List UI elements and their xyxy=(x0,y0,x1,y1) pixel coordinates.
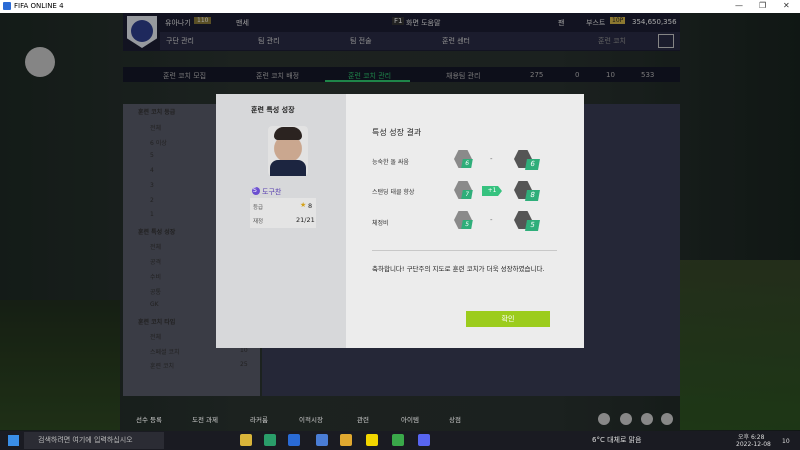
windows-start-icon[interactable] xyxy=(8,435,19,446)
maximize-button[interactable]: ❐ xyxy=(759,1,766,10)
explorer-icon[interactable] xyxy=(240,434,252,446)
profile-icon[interactable] xyxy=(641,413,653,425)
gear-icon[interactable] xyxy=(661,413,673,425)
fifa-icon[interactable] xyxy=(392,434,404,446)
grade-label: 등급 xyxy=(253,205,264,211)
folder-icon[interactable] xyxy=(340,434,352,446)
trait-dash-3: - xyxy=(490,216,493,224)
grade-value: 8 xyxy=(308,202,313,210)
notification-count[interactable]: 10 xyxy=(782,438,790,445)
result-title: 특성 성장 결과 xyxy=(372,128,422,137)
weather-text: 6°C 대체로 맑음 xyxy=(592,436,642,444)
role-value: 21/21 xyxy=(296,216,315,224)
discord-icon[interactable] xyxy=(418,434,430,446)
edge-icon[interactable] xyxy=(264,434,276,446)
modal-divider xyxy=(372,250,557,251)
close-button[interactable]: ✕ xyxy=(783,1,790,10)
app-icon xyxy=(3,2,11,10)
menu-challenge[interactable]: 도전 과제 xyxy=(192,414,218,424)
menu-locker[interactable]: 라커룸 xyxy=(250,414,268,424)
trait-label-3: 체정비 xyxy=(372,220,389,227)
ie-icon[interactable] xyxy=(288,434,300,446)
trait-before-level-1: 6 xyxy=(461,159,473,168)
bell-icon[interactable] xyxy=(620,413,632,425)
player-shirt xyxy=(270,160,306,176)
ok-button[interactable]: 확인 xyxy=(466,311,550,327)
menu-shop[interactable]: 상점 xyxy=(449,414,461,424)
trait-after-level-3: 5 xyxy=(525,220,540,231)
shield-icon[interactable] xyxy=(598,413,610,425)
minimize-button[interactable]: — xyxy=(735,1,743,10)
app-icon-1[interactable] xyxy=(316,434,328,446)
menu-transfer[interactable]: 이적시장 xyxy=(299,414,323,424)
menu-related[interactable]: 관련 xyxy=(357,414,369,424)
star-icon: ★ xyxy=(300,201,307,209)
clock-date: 2022-12-08 xyxy=(736,441,771,448)
trait-dash-1: - xyxy=(490,155,493,163)
result-message: 축하합니다! 구단주의 지도로 훈련 코치가 더욱 성장하였습니다. xyxy=(372,265,545,273)
trait-after-level-2: 8 xyxy=(525,190,540,201)
trait-before-level-3: 5 xyxy=(461,220,473,229)
player-name: 도구찬 xyxy=(262,188,282,196)
modal-left-title: 훈련 특성 성장 xyxy=(251,106,295,114)
menu-items[interactable]: 아이템 xyxy=(401,414,419,424)
clock-time: 오후 6:28 xyxy=(738,434,765,441)
role-label: 재정 xyxy=(253,219,264,225)
special-badge-label: S xyxy=(253,187,257,194)
trait-label-1: 능숙한 돌 싸움 xyxy=(372,159,409,166)
window-titlebar: FIFA ONLINE 4 — ❐ ✕ xyxy=(0,0,800,13)
player-hair xyxy=(274,127,302,140)
menu-player-register[interactable]: 선수 등록 xyxy=(136,414,162,424)
trait-after-level-1: 6 xyxy=(525,159,540,170)
taskbar-search[interactable]: 검색하려면 여기에 입력하십시오 xyxy=(24,432,164,449)
trait-before-level-2: 7 xyxy=(461,190,473,199)
window-title: FIFA ONLINE 4 xyxy=(14,2,64,10)
trait-upgrade-arrow: +1 xyxy=(482,186,502,196)
trait-label-2: 스탠딩 태클 향상 xyxy=(372,189,415,196)
kakao-icon[interactable] xyxy=(366,434,378,446)
